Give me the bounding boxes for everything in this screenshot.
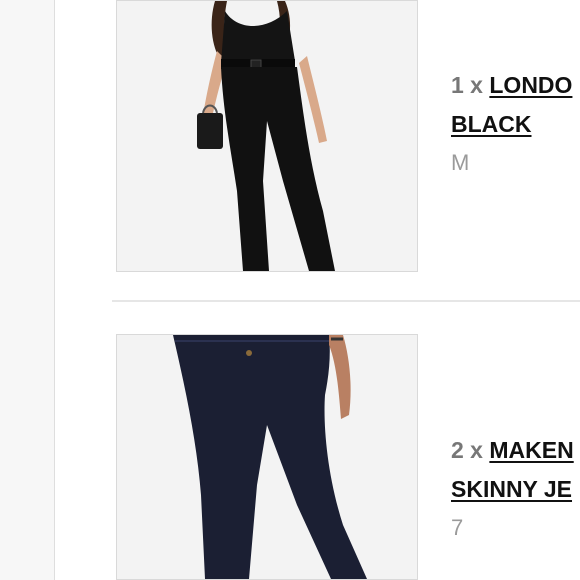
quantity-label: 2 x xyxy=(451,437,483,463)
order-items-panel: 1 x LONDO BLACK M 2 x MAKEN SKINNY JE 7 xyxy=(54,0,580,580)
product-photo-dark-skinny-jeans xyxy=(117,335,417,579)
product-photo-black-jumpsuit xyxy=(117,1,417,271)
product-line-2: BLACK xyxy=(451,105,580,144)
product-name-link[interactable]: LONDO xyxy=(489,72,572,98)
quantity-label: 1 x xyxy=(451,72,483,98)
product-image[interactable] xyxy=(116,334,418,580)
product-name-link[interactable]: MAKEN xyxy=(489,437,573,463)
product-size: 7 xyxy=(451,515,464,540)
product-size: M xyxy=(451,150,470,175)
product-image[interactable] xyxy=(116,0,418,272)
item-divider xyxy=(112,300,580,302)
product-details: 2 x MAKEN SKINNY JE 7 xyxy=(451,431,580,546)
product-line-2: SKINNY JE xyxy=(451,470,580,509)
list-item: 2 x MAKEN SKINNY JE 7 xyxy=(55,334,580,580)
product-line-1: 1 x LONDO xyxy=(451,66,580,105)
product-name-link-continued[interactable]: SKINNY JE xyxy=(451,476,572,502)
list-item: 1 x LONDO BLACK M xyxy=(55,0,580,300)
product-details: 1 x LONDO BLACK M xyxy=(451,66,580,181)
page: 1 x LONDO BLACK M 2 x MAKEN SKINNY JE 7 xyxy=(0,0,580,580)
product-name-link-continued[interactable]: BLACK xyxy=(451,111,532,137)
product-line-1: 2 x MAKEN xyxy=(451,431,580,470)
